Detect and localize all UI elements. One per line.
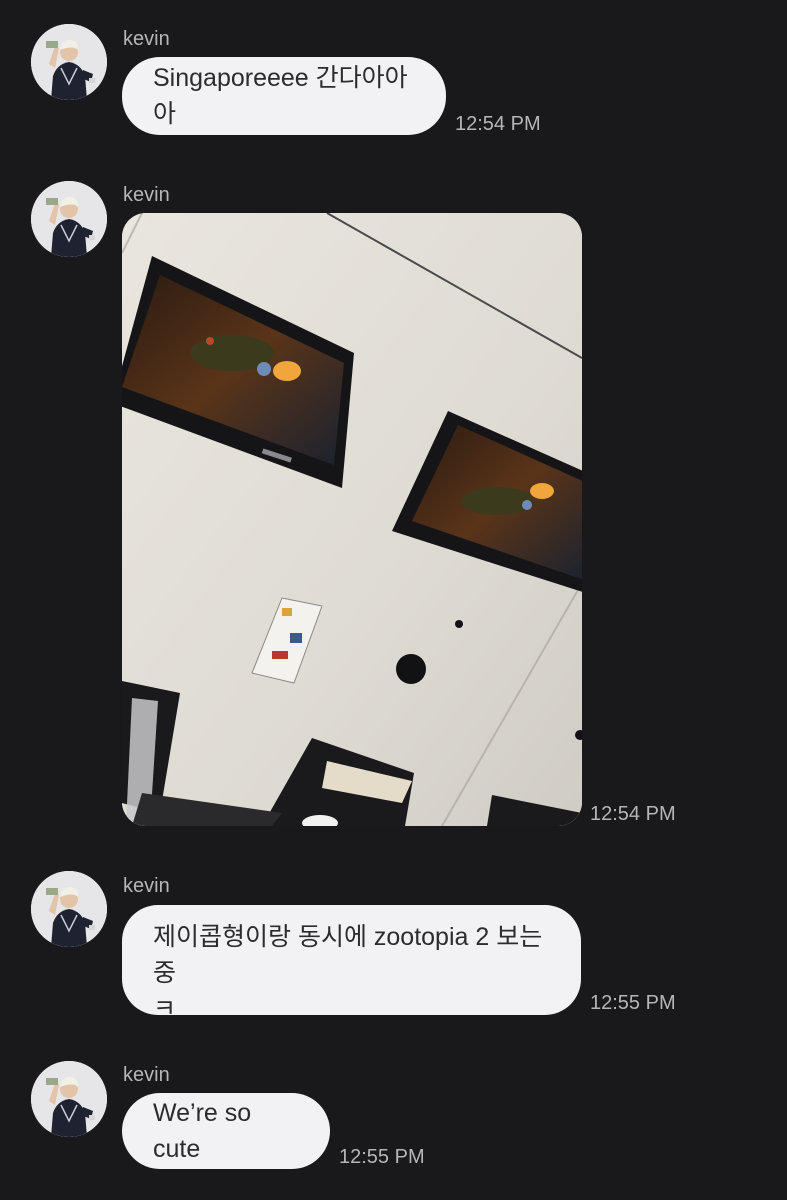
avatar-image [31,181,107,257]
message-time: 12:54 PM [455,113,541,135]
avatar-image [31,24,107,100]
sender-name: kevin [123,184,170,206]
message-bubble[interactable]: We’re so cute [122,1093,330,1169]
sender-name: kevin [123,1064,170,1086]
message-bubble[interactable]: 제이콥형이랑 동시에 zootopia 2 보는중 ㅋ [122,905,581,1023]
avatar[interactable] [31,1061,107,1137]
message-time: 12:55 PM [590,992,676,1014]
avatar-image [31,871,107,947]
photo-message[interactable] [122,213,582,826]
sender-name: kevin [123,28,170,50]
avatar[interactable] [31,181,107,257]
message-bubble[interactable]: Singaporeeee 간다아아아 [122,57,446,135]
avatar-image [31,1061,107,1137]
avatar[interactable] [31,871,107,947]
photo-icon [122,213,582,826]
message-time: 12:55 PM [339,1146,425,1168]
avatar[interactable] [31,24,107,100]
sender-name: kevin [123,875,170,897]
message-time: 12:54 PM [590,803,676,825]
